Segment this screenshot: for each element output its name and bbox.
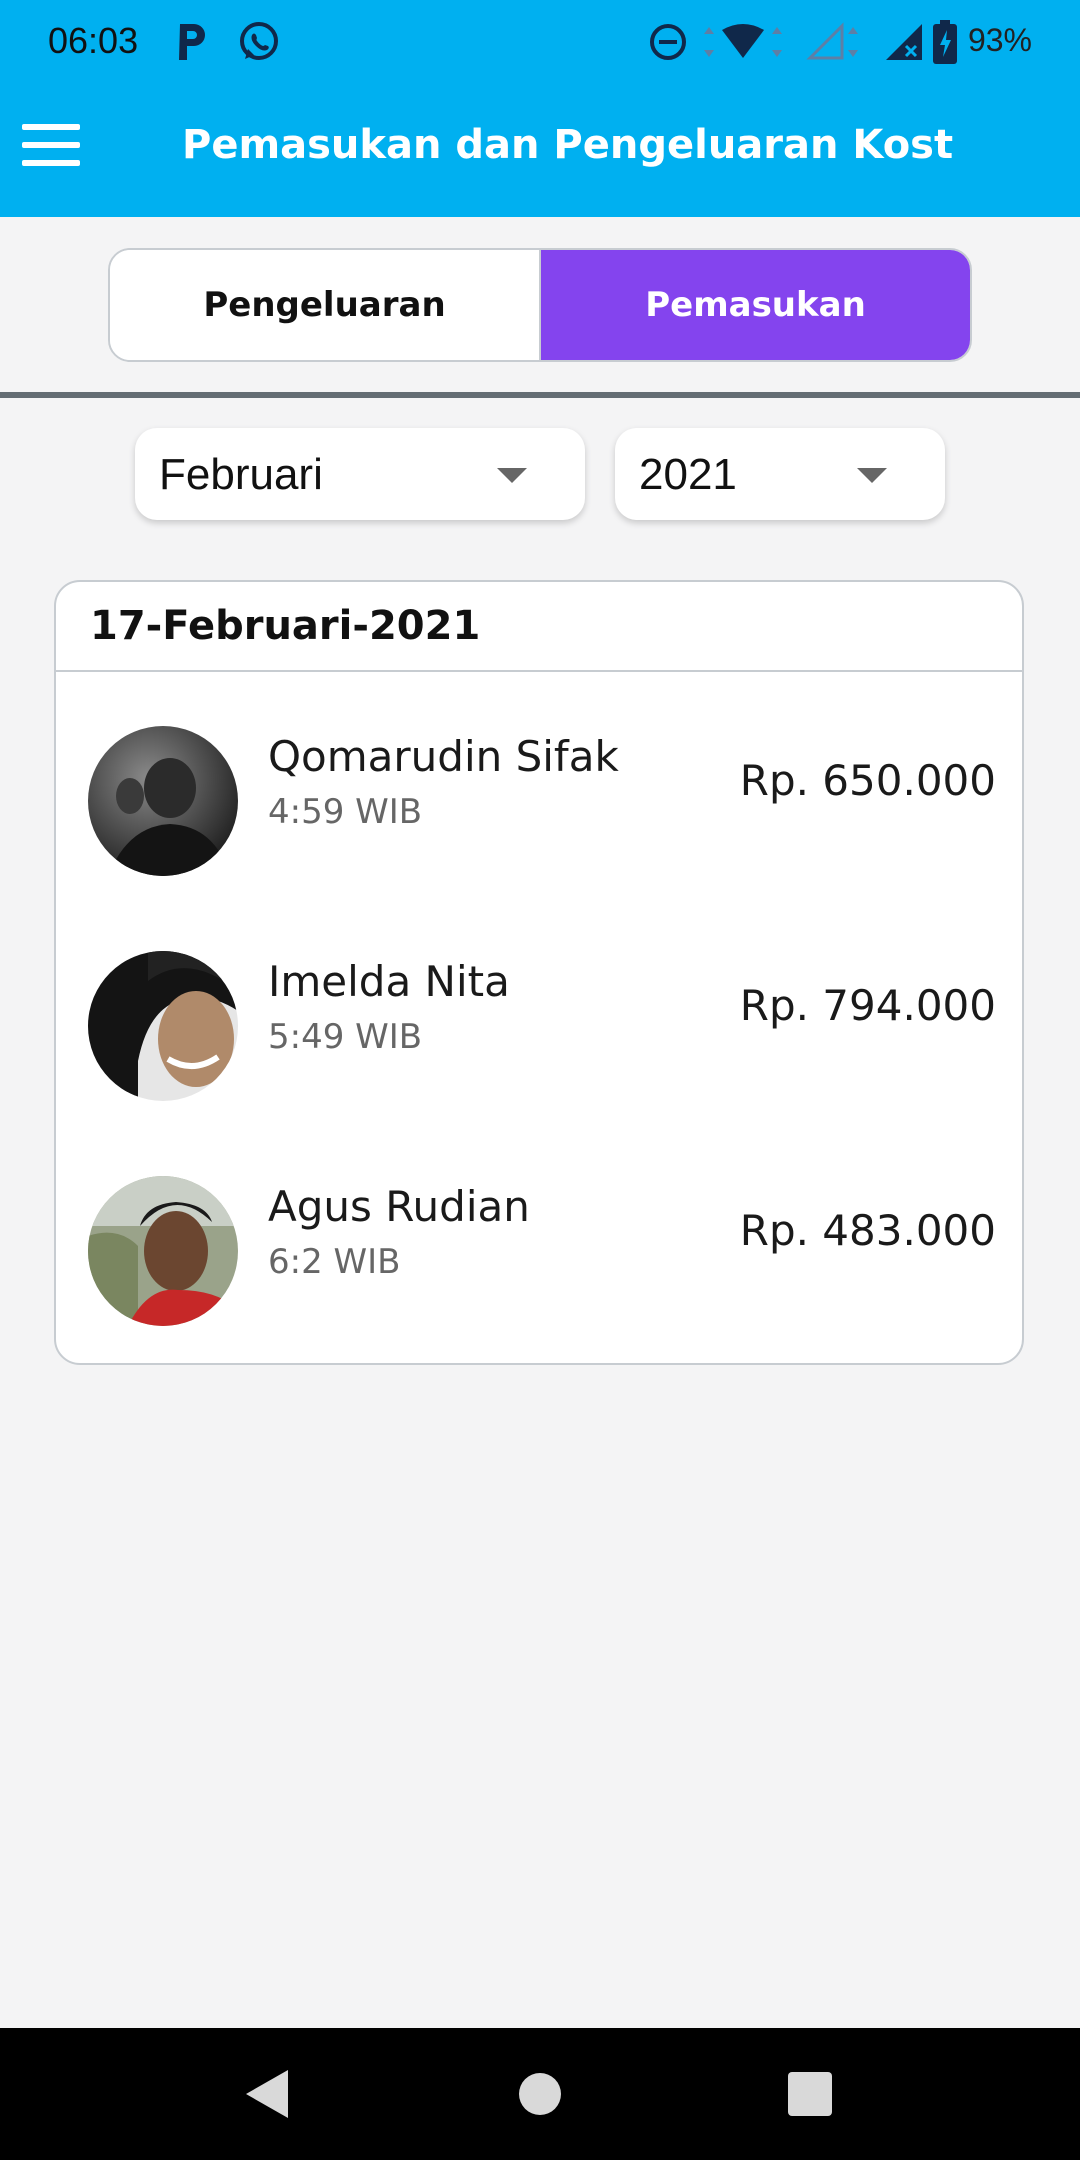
whatsapp-icon: [234, 16, 284, 68]
back-icon[interactable]: [244, 2068, 290, 2124]
avatar: [88, 951, 238, 1101]
chevron-down-icon: [857, 468, 887, 483]
entry-amount: Rp. 794.000: [739, 981, 996, 1030]
page-title: Pemasukan dan Pengeluaran Kost: [182, 122, 954, 168]
app-bar: Pemasukan dan Pengeluaran Kost: [0, 84, 1080, 217]
battery-charging-icon: [930, 16, 960, 68]
avatar: [88, 726, 238, 876]
year-dropdown[interactable]: 2021: [615, 428, 945, 520]
home-icon[interactable]: [518, 2072, 562, 2120]
tab-pengeluaran[interactable]: Pengeluaran: [110, 250, 541, 360]
avatar: [88, 1176, 238, 1326]
month-value: Februari: [159, 450, 323, 499]
list-item[interactable]: Imelda Nita 5:49 WIB Rp. 794.000: [56, 899, 1022, 1124]
chevron-down-icon: [497, 468, 527, 483]
entry-amount: Rp. 483.000: [739, 1206, 996, 1255]
type-segmented-control: Pengeluaran Pemasukan: [108, 248, 972, 362]
year-value: 2021: [639, 450, 737, 499]
entry-amount: Rp. 650.000: [739, 756, 996, 805]
card-header: 17-Februari-2021: [56, 582, 1022, 672]
entry-time: 6:2 WIB: [268, 1242, 401, 1282]
hamburger-menu-icon[interactable]: [22, 124, 82, 174]
status-bar: 06:03 93%: [0, 0, 1080, 84]
entry-name: Qomarudin Sifak: [268, 732, 619, 781]
signal-no-data-icon: [884, 16, 930, 68]
card-date: 17-Februari-2021: [90, 603, 481, 649]
list-item[interactable]: Qomarudin Sifak 4:59 WIB Rp. 650.000: [56, 674, 1022, 899]
battery-percent: 93%: [967, 22, 1032, 58]
entry-time: 5:49 WIB: [268, 1017, 423, 1057]
transaction-card: 17-Februari-2021 Qomarudin Sifak 4:59 WI…: [54, 580, 1024, 1365]
month-dropdown[interactable]: Februari: [135, 428, 585, 520]
section-divider: [0, 392, 1080, 398]
system-nav-bar: [0, 2028, 1080, 2160]
tab-pemasukan[interactable]: Pemasukan: [541, 250, 970, 360]
entry-name: Imelda Nita: [268, 957, 510, 1006]
parking-app-icon: [172, 16, 212, 68]
entry-time: 4:59 WIB: [268, 792, 423, 832]
entry-name: Agus Rudian: [268, 1182, 530, 1231]
status-time: 06:03: [48, 20, 139, 61]
signal-empty-icon: [806, 16, 866, 68]
do-not-disturb-icon: [646, 16, 690, 68]
recents-icon[interactable]: [788, 2072, 832, 2120]
wifi-icon: [698, 16, 788, 68]
list-item[interactable]: Agus Rudian 6:2 WIB Rp. 483.000: [56, 1124, 1022, 1349]
